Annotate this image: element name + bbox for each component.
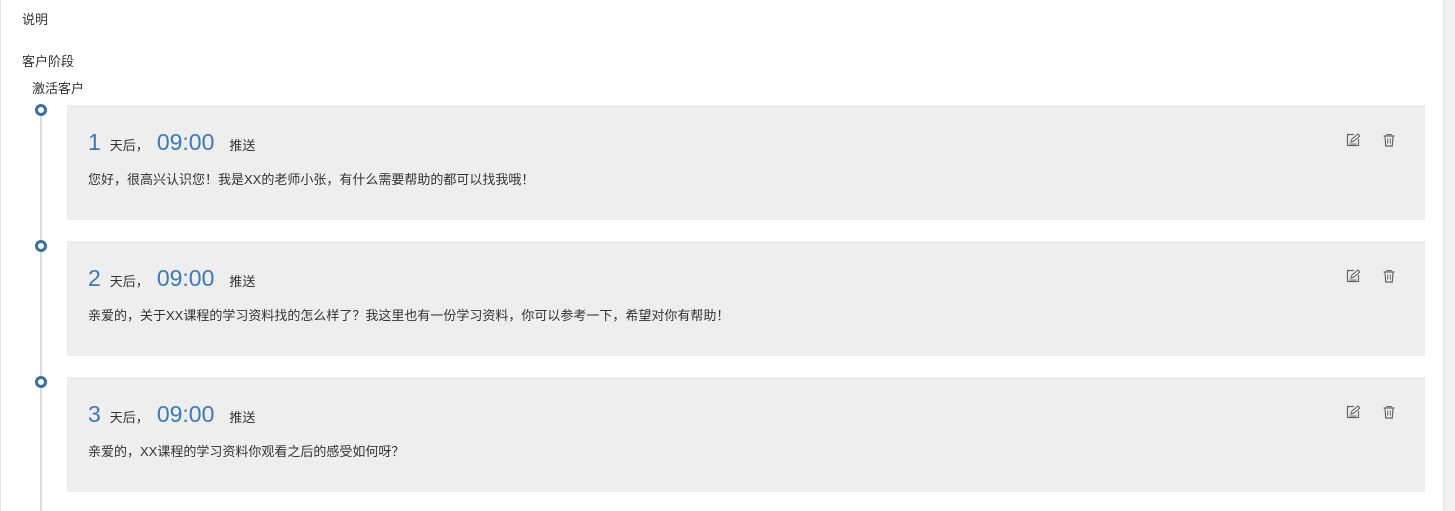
step-schedule: 3 天后， 09:00 推送 <box>88 400 255 428</box>
step-message: 亲爱的，XX课程的学习资料你观看之后的感受如何呀？ <box>88 444 405 459</box>
delete-step-button[interactable] <box>1382 133 1396 147</box>
step-day-suffix: 天后， <box>109 274 149 289</box>
delete-step-button[interactable] <box>1382 405 1396 419</box>
step-day-suffix: 天后， <box>109 410 149 425</box>
step-day: 2 <box>88 265 101 291</box>
step-action: 推送 <box>229 138 256 153</box>
delete-step-button[interactable] <box>1382 269 1396 283</box>
step-action: 推送 <box>229 274 256 289</box>
step-time: 09:00 <box>156 401 215 427</box>
edit-step-button[interactable] <box>1346 405 1360 419</box>
step-time: 09:00 <box>156 129 215 155</box>
step-card: 1 天后， 09:00 推送 您好，很高兴认识您！我是XX的老师小张，有什么需要… <box>67 105 1425 220</box>
step-time: 09:00 <box>156 265 215 291</box>
step-message: 您好，很高兴认识您！我是XX的老师小张，有什么需要帮助的都可以找我哦！ <box>88 172 535 187</box>
timeline-node-icon <box>35 376 47 388</box>
step-day: 1 <box>88 129 101 155</box>
trash-icon <box>1383 133 1395 147</box>
step-day: 3 <box>88 401 101 427</box>
edit-icon <box>1346 269 1360 283</box>
trash-icon <box>1383 405 1395 419</box>
step-card: 3 天后， 09:00 推送 亲爱的，XX课程的学习资料你观看之后的感受如何呀？ <box>67 377 1425 492</box>
timeline-node-icon <box>35 104 47 116</box>
timeline-node-icon <box>35 240 47 252</box>
content-panel: 说明 客户阶段 激活客户 1 天后， 09:00 推送 您好，很高兴认识您！我是… <box>0 0 1444 511</box>
description-label: 说明 <box>22 12 49 27</box>
edit-step-button[interactable] <box>1346 133 1360 147</box>
step-day-suffix: 天后， <box>109 138 149 153</box>
trash-icon <box>1383 269 1395 283</box>
step-card: 2 天后， 09:00 推送 亲爱的，关于XX课程的学习资料找的怎么样了？我这里… <box>67 241 1425 356</box>
step-message: 亲爱的，关于XX课程的学习资料找的怎么样了？我这里也有一份学习资料，你可以参考一… <box>88 308 730 323</box>
edit-icon <box>1346 133 1360 147</box>
step-schedule: 1 天后， 09:00 推送 <box>88 128 255 156</box>
edit-icon <box>1346 405 1360 419</box>
timeline-line <box>40 110 42 511</box>
step-schedule: 2 天后， 09:00 推送 <box>88 264 255 292</box>
customer-stage-label: 客户阶段 <box>22 54 75 69</box>
edit-step-button[interactable] <box>1346 269 1360 283</box>
stage-name: 激活客户 <box>32 81 85 96</box>
step-action: 推送 <box>229 410 256 425</box>
